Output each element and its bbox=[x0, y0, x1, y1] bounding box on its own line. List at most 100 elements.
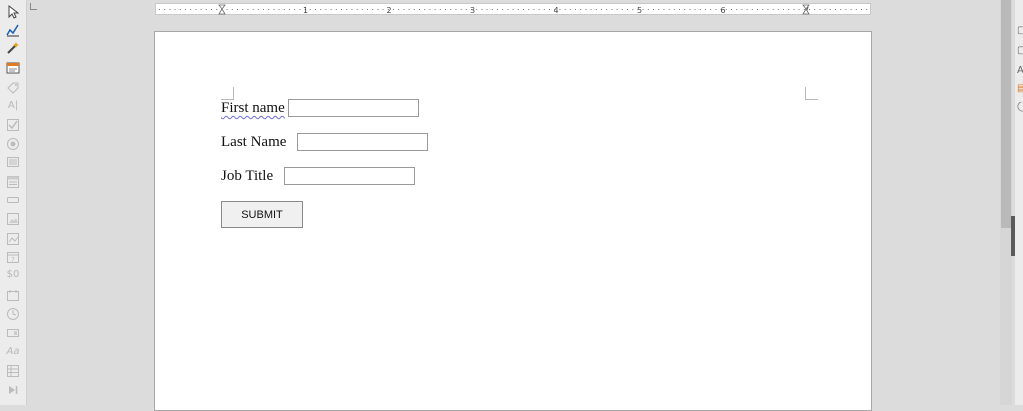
sidebar-deck-button[interactable]: ▢ bbox=[1017, 26, 1023, 36]
ruler-tick bbox=[621, 9, 623, 10]
sidebar-deck-button[interactable]: ▢ bbox=[1017, 46, 1023, 56]
ruler-number: 2 bbox=[386, 6, 391, 15]
ruler-tick bbox=[242, 9, 244, 10]
ruler-tick bbox=[424, 9, 426, 10]
ruler-tick bbox=[824, 9, 826, 10]
navigation-bar-icon[interactable] bbox=[6, 383, 20, 397]
ruler-tick bbox=[439, 9, 441, 10]
ruler-tick bbox=[237, 9, 238, 10]
ruler-tick bbox=[408, 9, 410, 10]
ruler-tick bbox=[491, 9, 493, 10]
ruler-tick bbox=[512, 9, 514, 10]
ruler-tick bbox=[523, 9, 524, 10]
ruler-tick bbox=[642, 9, 644, 10]
sidebar-deck-button[interactable]: A bbox=[1017, 66, 1023, 76]
ruler-tick bbox=[673, 9, 675, 10]
check-box-icon[interactable] bbox=[6, 118, 20, 132]
label-icon[interactable] bbox=[6, 81, 20, 95]
document-page[interactable]: First name Last Name Job Title SUBMIT bbox=[154, 31, 872, 411]
file-selection-icon[interactable] bbox=[6, 326, 20, 340]
ruler-tick bbox=[616, 9, 618, 10]
ruler-tick bbox=[398, 9, 400, 10]
ruler-tick bbox=[268, 9, 270, 10]
horizontal-ruler[interactable]: 1234567 bbox=[155, 3, 871, 15]
ruler-tick bbox=[564, 9, 566, 10]
ruler-number: 3 bbox=[470, 6, 475, 15]
ruler-tick bbox=[731, 9, 732, 10]
job-title-input[interactable] bbox=[284, 167, 415, 185]
image-button-icon[interactable] bbox=[6, 212, 20, 226]
ruler-tick bbox=[429, 9, 431, 10]
ruler-tick bbox=[528, 9, 530, 10]
ruler-tick bbox=[632, 9, 634, 10]
ruler-tick bbox=[668, 9, 670, 10]
table-control-icon[interactable] bbox=[6, 364, 20, 378]
currency-field-icon[interactable]: $0 bbox=[6, 268, 20, 282]
ruler-tick bbox=[845, 9, 847, 10]
last-name-input[interactable] bbox=[297, 133, 428, 151]
ruler-tick bbox=[278, 9, 280, 10]
ruler-number: 1 bbox=[303, 6, 308, 15]
ruler-tick bbox=[465, 9, 467, 10]
combo-box-icon[interactable] bbox=[6, 175, 20, 189]
ruler-tick bbox=[330, 9, 332, 10]
first-name-input[interactable] bbox=[288, 99, 419, 117]
push-button-icon[interactable] bbox=[6, 193, 20, 207]
formatted-field-icon[interactable]: Aa bbox=[6, 345, 20, 359]
form-properties-icon[interactable] bbox=[6, 61, 20, 75]
ruler-tick bbox=[663, 9, 665, 10]
ruler-tick bbox=[585, 9, 587, 10]
submit-button[interactable]: SUBMIT bbox=[221, 201, 303, 228]
select-icon[interactable] bbox=[6, 5, 20, 19]
ruler-tick bbox=[507, 9, 509, 10]
ruler-tick bbox=[195, 9, 197, 10]
image-control-icon[interactable] bbox=[6, 232, 20, 246]
ruler-tick bbox=[434, 9, 436, 10]
ruler-tick bbox=[460, 9, 462, 10]
ruler-tick bbox=[814, 9, 816, 10]
ruler-tick bbox=[351, 9, 353, 10]
ruler-origin-mark bbox=[30, 3, 37, 10]
date-field-icon[interactable]: 7 bbox=[6, 250, 20, 264]
ruler-tick bbox=[502, 9, 504, 10]
ruler-tick bbox=[866, 9, 868, 10]
sidebar-deck-button[interactable]: ◯ bbox=[1017, 102, 1023, 112]
sidebar-deck-button[interactable]: ▤ bbox=[1017, 84, 1023, 94]
ruler-tick bbox=[346, 9, 348, 10]
ruler-tick bbox=[559, 9, 561, 10]
ruler-number: 5 bbox=[637, 6, 642, 15]
ruler-tick bbox=[543, 9, 545, 10]
ruler-tick bbox=[190, 9, 192, 10]
ruler-tick bbox=[762, 9, 764, 10]
ruler-tick bbox=[413, 9, 415, 10]
ruler-tick bbox=[252, 9, 254, 10]
ruler-tick bbox=[575, 9, 576, 10]
ruler-tick bbox=[403, 9, 405, 10]
pattern-field-icon[interactable] bbox=[6, 288, 20, 302]
ruler-tick bbox=[783, 9, 784, 10]
time-field-icon[interactable] bbox=[6, 307, 20, 321]
ruler-tick bbox=[746, 9, 748, 10]
text-box-icon[interactable]: A| bbox=[6, 99, 20, 113]
ruler-tick bbox=[450, 9, 452, 10]
scrollbar-thumb[interactable] bbox=[1001, 0, 1011, 228]
left-indent-marker[interactable] bbox=[218, 4, 226, 15]
ruler-tick bbox=[377, 9, 379, 10]
svg-text:7: 7 bbox=[11, 257, 15, 264]
design-mode-icon[interactable] bbox=[6, 23, 20, 37]
ruler-tick bbox=[777, 9, 779, 10]
ruler-tick bbox=[611, 9, 613, 10]
control-wizards-icon[interactable] bbox=[6, 41, 20, 55]
ruler-tick bbox=[211, 9, 212, 10]
list-box-icon[interactable] bbox=[6, 155, 20, 169]
ruler-tick bbox=[627, 9, 628, 10]
ruler-tick bbox=[757, 9, 758, 10]
ruler-tick bbox=[226, 9, 228, 10]
ruler-tick bbox=[850, 9, 852, 10]
ruler-number: 4 bbox=[553, 6, 558, 15]
ruler-tick bbox=[419, 9, 420, 10]
ruler-tick bbox=[549, 9, 550, 10]
ruler-tick bbox=[309, 9, 311, 10]
option-button-icon[interactable] bbox=[6, 137, 20, 151]
ruler-tick bbox=[569, 9, 571, 10]
